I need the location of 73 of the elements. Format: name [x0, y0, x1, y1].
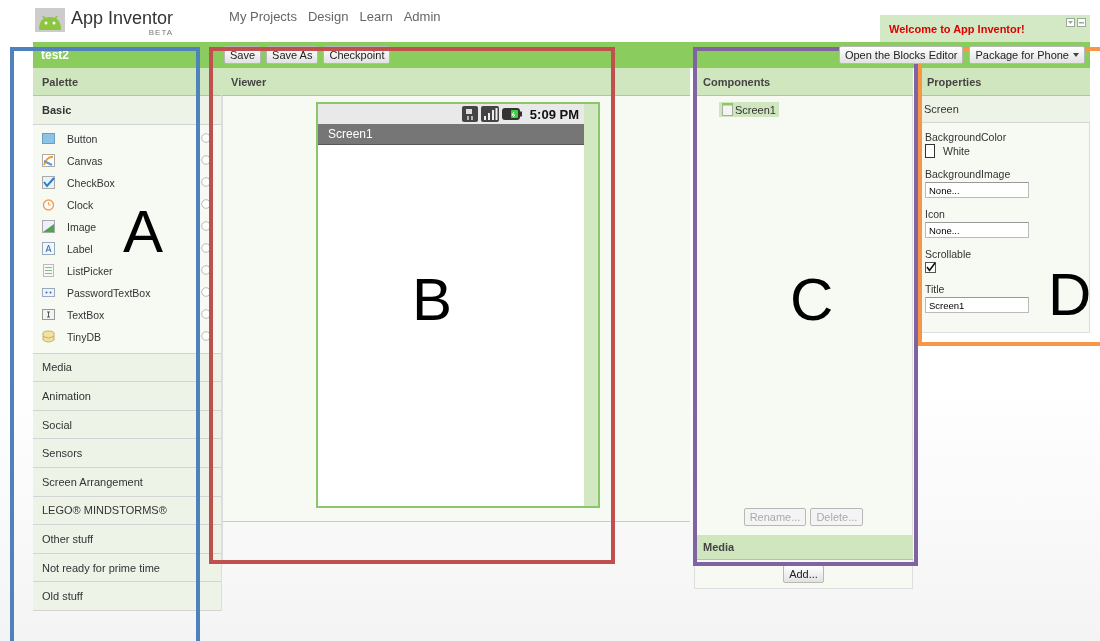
- status-time: 5:09 PM: [529, 106, 579, 122]
- palette-item[interactable]: Button: [67, 132, 98, 145]
- input-field[interactable]: None...: [925, 222, 1029, 238]
- checkmark-icon: [42, 176, 55, 190]
- help-icon: [201, 176, 211, 187]
- panel-header: Viewer: [222, 68, 690, 96]
- palette-item[interactable]: Image: [67, 220, 97, 233]
- property-label: Icon: [925, 207, 946, 221]
- toolbar-button[interactable]: Open the Blocks Editor: [838, 46, 964, 64]
- property-label: BackgroundColor: [925, 130, 1008, 144]
- palette-item[interactable]: CheckBox: [67, 176, 115, 189]
- palette-item[interactable]: Label: [67, 242, 93, 255]
- palette-category[interactable]: Animation: [33, 382, 221, 411]
- database-icon: [42, 330, 55, 344]
- color-swatch: [925, 144, 935, 158]
- tree-item[interactable]: Screen1: [719, 102, 779, 117]
- palette-item[interactable]: Canvas: [67, 154, 103, 167]
- textbox-icon: [42, 308, 55, 322]
- palette-item[interactable]: PasswordTextBox: [67, 286, 151, 299]
- beta-label: BETA: [148, 28, 174, 37]
- password-icon: [42, 286, 55, 300]
- palette-item[interactable]: ListPicker: [67, 264, 113, 277]
- panel-header: Palette: [33, 68, 221, 96]
- screen-icon: [722, 103, 733, 116]
- minimize-icon: [1077, 18, 1086, 27]
- help-icon: [201, 330, 211, 341]
- palette-item[interactable]: TextBox: [67, 308, 105, 321]
- palette-item[interactable]: Clock: [67, 198, 94, 211]
- palette-category[interactable]: Sensors: [33, 439, 221, 468]
- annotation-letter: D: [1048, 265, 1092, 325]
- panel-header: Components: [694, 68, 913, 96]
- help-icon: [201, 242, 211, 253]
- list-icon: [42, 264, 55, 278]
- help-icon: [201, 286, 211, 297]
- palette-item[interactable]: TinyDB: [67, 330, 102, 343]
- nav-link[interactable]: Design: [308, 9, 349, 24]
- nav-link[interactable]: My Projects: [229, 9, 297, 24]
- button-icon: [42, 132, 55, 146]
- collapse-icon: [1066, 18, 1075, 27]
- panel-header: Media: [694, 535, 913, 560]
- image-icon: [42, 220, 55, 234]
- android-logo-icon: [35, 8, 65, 32]
- screen-title-bar: Screen1: [318, 124, 584, 145]
- dropdown-button[interactable]: Package for Phone: [969, 46, 1085, 64]
- paint-icon: [42, 154, 55, 168]
- help-icon: [201, 220, 211, 231]
- help-icon: [201, 264, 211, 275]
- help-icon: [201, 198, 211, 209]
- input-field[interactable]: Screen1: [925, 297, 1029, 313]
- palette-category[interactable]: Not ready for prime time: [33, 553, 221, 583]
- nav-link[interactable]: Admin: [403, 9, 441, 24]
- checkbox[interactable]: [925, 262, 936, 273]
- property-label: BackgroundImage: [925, 167, 1012, 181]
- app-logo-text: App Inventor: [71, 8, 174, 28]
- label-icon: [42, 242, 55, 256]
- project-name: test2: [40, 48, 70, 62]
- clock-icon: [42, 198, 55, 212]
- property-label: Title: [925, 282, 946, 296]
- property-label: Scrollable: [925, 247, 973, 261]
- annotation-letter: C: [790, 270, 834, 330]
- battery-icon: [501, 107, 522, 121]
- help-icon: [201, 308, 211, 319]
- palette-category[interactable]: Basic: [33, 96, 221, 125]
- nav-link[interactable]: Learn: [359, 9, 393, 24]
- color-value: White: [943, 145, 970, 157]
- annotation-letter: B: [412, 270, 453, 330]
- palette-category[interactable]: Other stuff: [33, 525, 221, 554]
- welcome-message: Welcome to App Inventor!: [889, 22, 1025, 35]
- palette-category[interactable]: Old stuff: [33, 582, 221, 611]
- input-field[interactable]: None...: [925, 182, 1029, 198]
- annotation-letter: A: [123, 202, 164, 262]
- help-icon: [201, 154, 211, 165]
- help-icon: [201, 132, 211, 143]
